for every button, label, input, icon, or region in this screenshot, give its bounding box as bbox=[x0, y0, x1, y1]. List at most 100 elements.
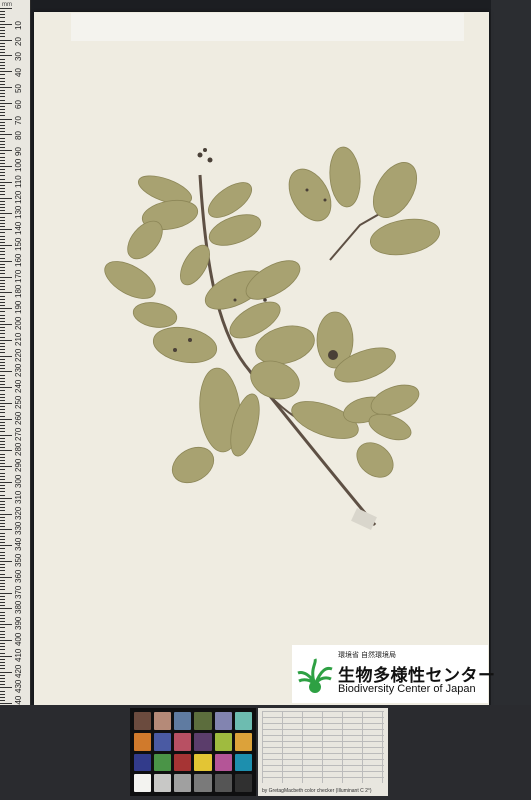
ruler-tick bbox=[0, 535, 5, 537]
ruler-tick bbox=[0, 352, 5, 354]
ruler-tick bbox=[0, 295, 5, 297]
ruler-tick bbox=[0, 421, 5, 423]
ruler-tick bbox=[0, 662, 5, 664]
ruler-label: 80 bbox=[14, 131, 23, 141]
color-patch bbox=[154, 712, 172, 730]
ruler-label: 280 bbox=[14, 443, 23, 457]
ruler-tick bbox=[0, 349, 5, 351]
ruler-tick bbox=[0, 45, 5, 47]
ruler-tick bbox=[0, 497, 12, 499]
ruler-tick bbox=[0, 374, 5, 376]
ruler-tick bbox=[0, 279, 5, 281]
ruler-tick bbox=[0, 573, 5, 575]
ruler-tick bbox=[0, 263, 5, 265]
ruler-tick bbox=[0, 485, 5, 487]
ruler-label: 180 bbox=[14, 285, 23, 299]
ruler-tick bbox=[0, 513, 12, 515]
ruler-tick bbox=[0, 393, 5, 395]
ruler-label: 380 bbox=[14, 601, 23, 615]
ruler-tick bbox=[0, 301, 5, 303]
ruler-tick bbox=[0, 649, 5, 651]
ruler-label: 400 bbox=[14, 632, 23, 646]
ruler-label: 20 bbox=[14, 36, 23, 46]
ruler-tick bbox=[0, 200, 5, 202]
ruler-label: 200 bbox=[14, 316, 23, 330]
ruler-tick bbox=[0, 504, 5, 506]
ruler-tick bbox=[0, 282, 5, 284]
ruler-tick bbox=[0, 567, 5, 569]
ruler-tick bbox=[0, 99, 5, 101]
ruler-tick bbox=[0, 336, 5, 338]
ruler-label: 190 bbox=[14, 300, 23, 315]
ruler-tick bbox=[0, 463, 5, 465]
ruler-tick bbox=[0, 614, 5, 616]
ruler-tick bbox=[0, 630, 5, 632]
ruler-tick bbox=[0, 627, 5, 629]
ruler-tick bbox=[0, 428, 5, 430]
ruler-tick bbox=[0, 554, 5, 556]
ruler-label: 220 bbox=[14, 348, 23, 362]
measurement-ruler: mm 10 20 30 40 50 60 70 80 90 100 110 120 130 140 150 1… bbox=[0, 0, 31, 800]
ruler-tick bbox=[0, 17, 5, 19]
ruler-tick bbox=[0, 39, 12, 41]
ruler-tick bbox=[0, 248, 5, 250]
ruler-tick bbox=[0, 475, 5, 477]
ruler-tick bbox=[0, 390, 5, 392]
ruler-tick bbox=[0, 453, 5, 455]
ruler-tick bbox=[0, 178, 5, 180]
ruler-label: 360 bbox=[14, 569, 23, 583]
ruler-tick bbox=[0, 380, 5, 382]
ruler-tick bbox=[0, 643, 5, 645]
ruler-tick bbox=[0, 415, 5, 417]
color-patch bbox=[174, 732, 192, 751]
color-patch bbox=[174, 774, 192, 792]
color-patch bbox=[214, 712, 232, 730]
ruler-label: 300 bbox=[14, 474, 23, 488]
plant-specimen bbox=[104, 146, 440, 526]
ruler-tick bbox=[0, 342, 5, 344]
ruler-tick bbox=[0, 681, 5, 683]
ruler-label: 90 bbox=[14, 147, 23, 157]
ruler-tick bbox=[0, 308, 12, 310]
ruler-tick bbox=[0, 20, 5, 22]
ruler-tick bbox=[0, 516, 5, 518]
ruler-tick bbox=[0, 61, 5, 63]
ruler-tick bbox=[0, 14, 5, 16]
ruler-tick bbox=[0, 605, 5, 607]
ruler-tick bbox=[0, 529, 12, 531]
ruler-tick bbox=[0, 124, 5, 126]
ruler-tick bbox=[0, 137, 5, 139]
ruler-tick bbox=[0, 128, 5, 130]
ruler-label: 320 bbox=[14, 506, 23, 520]
ruler-tick bbox=[0, 450, 12, 452]
ruler-tick bbox=[0, 30, 5, 32]
ruler-tick bbox=[0, 491, 5, 493]
color-patch bbox=[194, 712, 212, 730]
ruler-tick bbox=[0, 305, 5, 307]
ruler-tick bbox=[0, 409, 5, 411]
ruler-tick bbox=[0, 459, 5, 461]
color-patch bbox=[134, 774, 152, 792]
ruler-tick bbox=[0, 166, 12, 167]
ruler-tick bbox=[0, 608, 12, 610]
ruler-tick bbox=[0, 684, 5, 686]
ruler-tick bbox=[0, 545, 12, 547]
ruler-tick bbox=[0, 526, 5, 528]
color-patch bbox=[174, 753, 192, 772]
ruler-tick bbox=[0, 314, 5, 316]
ruler-label: 250 bbox=[14, 395, 23, 409]
color-patch bbox=[154, 753, 172, 772]
institution-logo-icon bbox=[297, 658, 333, 693]
ruler-tick bbox=[0, 8, 12, 9]
ruler-label: 260 bbox=[14, 411, 23, 425]
ruler-tick bbox=[0, 203, 5, 205]
ruler-tick bbox=[0, 668, 5, 670]
ruler-tick bbox=[0, 188, 5, 190]
ruler-tick bbox=[0, 77, 5, 79]
ruler-label: 50 bbox=[14, 84, 23, 93]
ruler-label: 410 bbox=[14, 648, 23, 662]
ruler-tick bbox=[0, 384, 5, 386]
ruler-tick bbox=[0, 652, 5, 654]
ruler-tick bbox=[0, 523, 5, 525]
ruler-tick bbox=[0, 276, 12, 278]
